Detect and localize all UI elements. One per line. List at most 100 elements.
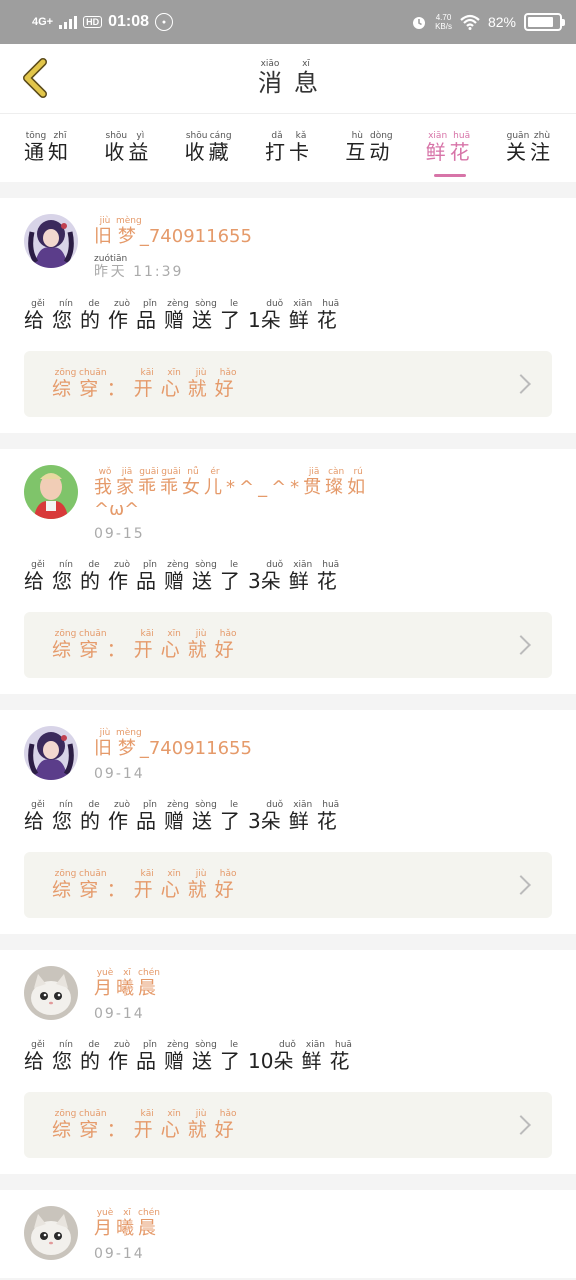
tab-3[interactable]: 收shōu藏cáng [185, 131, 233, 165]
ruby-char: 穿chuān [79, 367, 107, 400]
ruby-char: 好hǎo [214, 1108, 242, 1141]
ruby-char: 赠zèng [164, 800, 192, 833]
ruby-char: 就jiù [187, 868, 215, 901]
ruby-char: 鲜xiān [288, 800, 317, 833]
chevron-right-icon [511, 1115, 531, 1135]
child-avatar [24, 465, 78, 519]
status-bar: 4G+ HD 01:08 ● 4.70 KB/s 82% [0, 0, 576, 44]
ruby-char: 穿chuān [79, 868, 107, 901]
ruby-char: 鲜xiān [301, 1040, 330, 1073]
tab-2[interactable]: 收shōu益yì [104, 131, 152, 165]
ruby-char: 家jiā [116, 467, 138, 498]
ruby-char: 注zhù [529, 131, 554, 164]
ruby-char: 送sòng [192, 299, 220, 332]
ruby-char: 的de [80, 299, 108, 332]
message-header: 我wǒ家jiā乖guāi乖guāi女nǚ儿ér*^_^*贯jiā璨càn如rú ^… [24, 465, 552, 542]
message-header: 旧jiù梦mèng_740911655 昨zuó天tiān 11:39 [24, 214, 552, 281]
ruby-char: 就jiù [187, 1108, 215, 1141]
ruby-char: 旧jiù [94, 216, 116, 247]
ruby-char: 花huā [449, 131, 474, 164]
chevron-right-icon [511, 374, 531, 394]
work-link[interactable]: 综zōng穿chuān：开kāi心xīn就jiù好hǎo [24, 1092, 552, 1158]
username[interactable]: 月yuè曦xī晨chén [94, 968, 160, 1000]
message-card: 月yuè曦xī晨chén 09-14 给gěi您nín的de作zuò品pǐn赠zèn… [0, 950, 576, 1174]
message-header: 月yuè曦xī晨chén 09-14 [24, 966, 552, 1022]
timestamp: 09-14 [94, 1006, 145, 1022]
username[interactable]: 月yuè曦xī晨chén [94, 1208, 160, 1240]
message-meta: 我wǒ家jiā乖guāi乖guāi女nǚ儿ér*^_^*贯jiā璨càn如rú ^… [94, 465, 369, 542]
work-title: 综zōng穿chuān：开kāi心xīn就jiù好hǎo [52, 1109, 242, 1142]
tab-6[interactable]: 鲜xiān花huā [426, 131, 474, 177]
battery-icon [524, 13, 565, 31]
ruby-char: 就jiù [187, 628, 215, 661]
battery-percent: 82% [487, 14, 516, 30]
avatar[interactable] [24, 1206, 78, 1260]
username-suffix: _740911655 [139, 738, 252, 759]
username[interactable]: 旧jiù梦mèng_740911655 [94, 728, 252, 760]
message-card: 我wǒ家jiā乖guāi乖guāi女nǚ儿ér*^_^*贯jiā璨càn如rú ^… [0, 449, 576, 694]
net-speed: 4.70 KB/s [435, 13, 452, 31]
anime-avatar [24, 214, 78, 268]
ruby-char: 品pǐn [136, 800, 164, 833]
cat-avatar [24, 966, 78, 1020]
avatar[interactable] [24, 726, 78, 780]
ruby-char: 赠zèng [164, 560, 192, 593]
ruby-char: 的de [80, 1040, 108, 1073]
message-text: 给gěi您nín的de作zuò品pǐn赠zèng送sòng了le3朵duǒ鲜xi… [24, 800, 552, 834]
tab-4[interactable]: 打dǎ卡kǎ [265, 131, 313, 165]
message-text: 给gěi您nín的de作zuò品pǐn赠zèng送sòng了le10朵duǒ鲜x… [24, 1040, 552, 1074]
ruby-char: 收shōu [104, 131, 129, 164]
tab-label: 收shōu益yì [104, 131, 152, 165]
ruby-char: 晨chén [138, 968, 160, 999]
tab-5[interactable]: 互hù动dòng [345, 131, 393, 165]
ruby-char: 天tiān [110, 254, 128, 280]
tab-1[interactable]: 通tōng知zhī [24, 131, 72, 165]
ruby-char: 息xī [294, 59, 318, 97]
tab-label: 通tōng知zhī [24, 131, 72, 165]
avatar[interactable] [24, 465, 78, 519]
back-button[interactable] [14, 58, 54, 98]
ruby-char: 花huā [316, 800, 345, 833]
ruby-char: ： [106, 1118, 134, 1141]
ruby-char: 打dǎ [264, 131, 289, 164]
avatar[interactable] [24, 966, 78, 1020]
message-text: 给gěi您nín的de作zuò品pǐn赠zèng送sòng了le3朵duǒ鲜xi… [24, 560, 552, 594]
active-tab-indicator [433, 174, 466, 177]
ruby-char: 您nín [52, 1040, 80, 1073]
ruby-char: 综zōng [52, 1108, 80, 1141]
tab-label: 收shōu藏cáng [185, 131, 233, 165]
ruby-char: 鲜xiān [425, 131, 450, 164]
ruby-char: 赠zèng [164, 299, 192, 332]
work-link[interactable]: 综zōng穿chuān：开kāi心xīn就jiù好hǎo [24, 351, 552, 417]
ruby-char: 消xiāo [258, 59, 282, 97]
work-link[interactable]: 综zōng穿chuān：开kāi心xīn就jiù好hǎo [24, 852, 552, 918]
tab-7[interactable]: 关guān注zhù [506, 131, 554, 165]
ruby-char: 了le [220, 299, 248, 332]
ruby-char: 给gěi [24, 1040, 52, 1073]
ruby-char: ： [106, 878, 134, 901]
avatar[interactable] [24, 214, 78, 268]
message-header: 旧jiù梦mèng_740911655 09-14 [24, 726, 552, 782]
ruby-char: 曦xī [116, 968, 138, 999]
ruby-char: 女nǚ [182, 467, 204, 498]
ruby-char: 综zōng [52, 628, 80, 661]
alarm-icon [413, 17, 426, 29]
username[interactable]: 旧jiù梦mèng_740911655 [94, 216, 252, 248]
ruby-char: 给gěi [24, 299, 52, 332]
flower-count: 3 [248, 809, 261, 833]
ruby-char: 我wǒ [94, 467, 116, 498]
ruby-char: 了le [220, 560, 248, 593]
ruby-char: 心xīn [160, 1108, 188, 1141]
ruby-char: 您nín [52, 299, 80, 332]
ruby-char: 曦xī [116, 1208, 138, 1239]
ruby-char: 作zuò [108, 299, 136, 332]
timestamp: 昨zuó天tiān 11:39 [94, 254, 184, 280]
username[interactable]: 我wǒ家jiā乖guāi乖guāi女nǚ儿ér*^_^*贯jiā璨càn如rú ^… [94, 467, 369, 520]
ruby-char: 的de [80, 560, 108, 593]
work-link[interactable]: 综zōng穿chuān：开kāi心xīn就jiù好hǎo [24, 612, 552, 678]
back-arrow-icon [23, 58, 47, 98]
tab-label: 鲜xiān花huā [426, 131, 474, 165]
ruby-char: 儿ér [204, 467, 226, 498]
ruby-char: 关guān [505, 131, 530, 164]
message-header: 月yuè曦xī晨chén 09-14 [24, 1206, 552, 1262]
